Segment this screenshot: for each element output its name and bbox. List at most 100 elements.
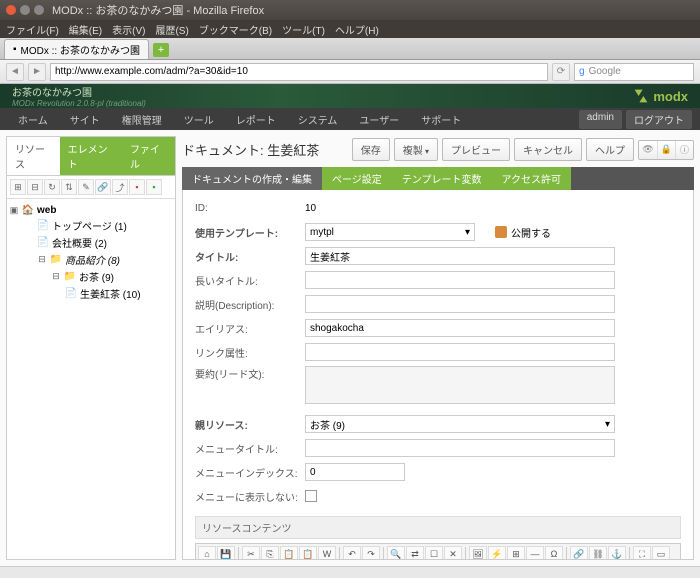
sidebar-tab-resource[interactable]: リソース <box>7 137 60 175</box>
menu-view[interactable]: 表示(V) <box>112 22 145 37</box>
menu-help[interactable]: ヘルプ(H) <box>335 22 379 37</box>
sort-icon[interactable]: ⇅ <box>61 179 77 195</box>
linkattr-label: リンク属性: <box>195 345 305 360</box>
clear-icon[interactable]: ✕ <box>444 546 462 560</box>
template-select[interactable]: mytpl▾ <box>305 223 475 241</box>
search-field[interactable]: g Google <box>574 63 694 81</box>
id-label: ID: <box>195 203 305 214</box>
special-icon[interactable]: Ω <box>545 546 563 560</box>
undo-icon[interactable]: ↶ <box>343 546 361 560</box>
trash-icon[interactable]: ▪ <box>146 179 162 195</box>
source-icon[interactable]: ⌂ <box>198 546 216 560</box>
tab-template-vars[interactable]: テンプレート変数 <box>392 167 492 190</box>
tree-item-products[interactable]: ⊟📁商品紹介 (8) <box>9 251 173 268</box>
maximize-icon[interactable]: ⛶ <box>633 546 651 560</box>
sidebar-tab-element[interactable]: エレメント <box>60 137 122 175</box>
tree-item-company[interactable]: 📄会社概要 (2) <box>9 234 173 251</box>
save-button[interactable]: 保存 <box>352 138 390 161</box>
title-input[interactable] <box>305 247 615 265</box>
paste-text-icon[interactable]: 📋 <box>299 546 317 560</box>
blocks-icon[interactable]: ▭ <box>652 546 670 560</box>
table-icon[interactable]: ⊞ <box>507 546 525 560</box>
tab-page-settings[interactable]: ページ設定 <box>322 167 392 190</box>
preview-button[interactable]: プレビュー <box>442 138 510 161</box>
forward-button[interactable]: ► <box>28 63 46 81</box>
tab-access[interactable]: アクセス許可 <box>492 167 572 190</box>
menu-history[interactable]: 履歴(S) <box>155 22 188 37</box>
image-icon[interactable]: 🖼 <box>469 546 487 560</box>
sidebar-tab-file[interactable]: ファイル <box>122 137 175 175</box>
link-icon[interactable]: 🔗 <box>570 546 588 560</box>
tab-create-edit[interactable]: ドキュメントの作成・編集 <box>182 167 322 190</box>
paste-word-icon[interactable]: W <box>318 546 336 560</box>
unlink-icon[interactable]: ⛓ <box>589 546 607 560</box>
menu-tools[interactable]: ツール(T) <box>282 22 325 37</box>
window-maximize-button[interactable] <box>34 5 44 15</box>
lock-icon[interactable]: 🔒 <box>657 141 675 159</box>
menu-bookmarks[interactable]: ブックマーク(B) <box>199 22 272 37</box>
expand-all-icon[interactable]: ⊞ <box>10 179 26 195</box>
logout-button[interactable]: ログアウト <box>626 110 692 129</box>
info-icon[interactable]: ⓘ <box>675 141 693 159</box>
duplicate-button[interactable]: 複製 <box>394 138 438 161</box>
cancel-button[interactable]: キャンセル <box>514 138 582 161</box>
menutitle-input[interactable] <box>305 439 615 457</box>
tree-item-gingertea[interactable]: 📄生姜紅茶 (10) <box>9 285 173 302</box>
browser-tab[interactable]: ▪ MODx :: お茶のなかみつ園 <box>4 39 149 59</box>
cut-icon[interactable]: ✂ <box>242 546 260 560</box>
nav-support[interactable]: サポート <box>411 108 471 131</box>
url-field[interactable]: http://www.example.com/adm/?a=30&id=10 <box>50 63 548 81</box>
linkattr-input[interactable] <box>305 343 615 361</box>
tree-item-tea[interactable]: ⊟📁お茶 (9) <box>9 268 173 285</box>
new-doc-icon[interactable]: ✎ <box>78 179 94 195</box>
hr-icon[interactable]: — <box>526 546 544 560</box>
template-value: mytpl <box>310 227 334 238</box>
editor-toolbar-row1: ⌂ 💾 ✂ ⎘ 📋 📋 W ↶ ↷ 🔍 ⇄ ☐ ✕ <box>196 544 680 560</box>
new-symlink-icon[interactable]: ⤴ <box>112 179 128 195</box>
find-icon[interactable]: 🔍 <box>387 546 405 560</box>
nav-user[interactable]: ユーザー <box>349 108 409 131</box>
nav-home[interactable]: ホーム <box>8 108 58 131</box>
nav-security[interactable]: 権限管理 <box>112 108 172 131</box>
tree-item-toppage[interactable]: 📄トップページ (1) <box>9 217 173 234</box>
minus-icon[interactable]: ⊟ <box>37 254 47 265</box>
longtitle-input[interactable] <box>305 271 615 289</box>
menu-file[interactable]: ファイル(F) <box>6 22 59 37</box>
refresh-icon[interactable]: ↻ <box>44 179 60 195</box>
nav-site[interactable]: サイト <box>60 108 110 131</box>
redo-icon[interactable]: ↷ <box>362 546 380 560</box>
anchor-icon[interactable]: ⚓ <box>608 546 626 560</box>
parent-select[interactable]: お茶 (9)▾ <box>305 415 615 433</box>
minus-icon[interactable]: ⊟ <box>51 271 61 282</box>
nav-reports[interactable]: レポート <box>226 108 286 131</box>
minus-icon[interactable]: ▣ <box>9 205 19 216</box>
menu-edit[interactable]: 編集(E) <box>69 22 102 37</box>
back-button[interactable]: ◄ <box>6 63 24 81</box>
publish-checkbox-wrap[interactable]: 公開する <box>495 225 551 240</box>
selectall-icon[interactable]: ☐ <box>425 546 443 560</box>
new-link-icon[interactable]: 🔗 <box>95 179 111 195</box>
hidemenu-checkbox[interactable] <box>305 490 317 502</box>
view-icon[interactable]: 👁 <box>639 141 657 159</box>
paste-icon[interactable]: 📋 <box>280 546 298 560</box>
nav-system[interactable]: システム <box>288 108 348 131</box>
save-icon[interactable]: 💾 <box>217 546 235 560</box>
new-static-icon[interactable]: ▪ <box>129 179 145 195</box>
tree-label: トップページ (1) <box>52 218 127 233</box>
reload-button[interactable]: ⟳ <box>552 63 570 81</box>
description-input[interactable] <box>305 295 615 313</box>
help-button[interactable]: ヘルプ <box>586 138 634 161</box>
window-minimize-button[interactable] <box>20 5 30 15</box>
copy-icon[interactable]: ⎘ <box>261 546 279 560</box>
alias-input[interactable] <box>305 319 615 337</box>
summary-textarea[interactable] <box>305 366 615 404</box>
menuindex-input[interactable] <box>305 463 405 481</box>
collapse-all-icon[interactable]: ⊟ <box>27 179 43 195</box>
replace-icon[interactable]: ⇄ <box>406 546 424 560</box>
new-tab-button[interactable]: + <box>153 43 169 57</box>
admin-button[interactable]: admin <box>579 110 622 129</box>
flash-icon[interactable]: ⚡ <box>488 546 506 560</box>
nav-tools[interactable]: ツール <box>174 108 224 131</box>
window-close-button[interactable] <box>6 5 16 15</box>
tree-root[interactable]: ▣ 🏠 web <box>9 203 173 217</box>
